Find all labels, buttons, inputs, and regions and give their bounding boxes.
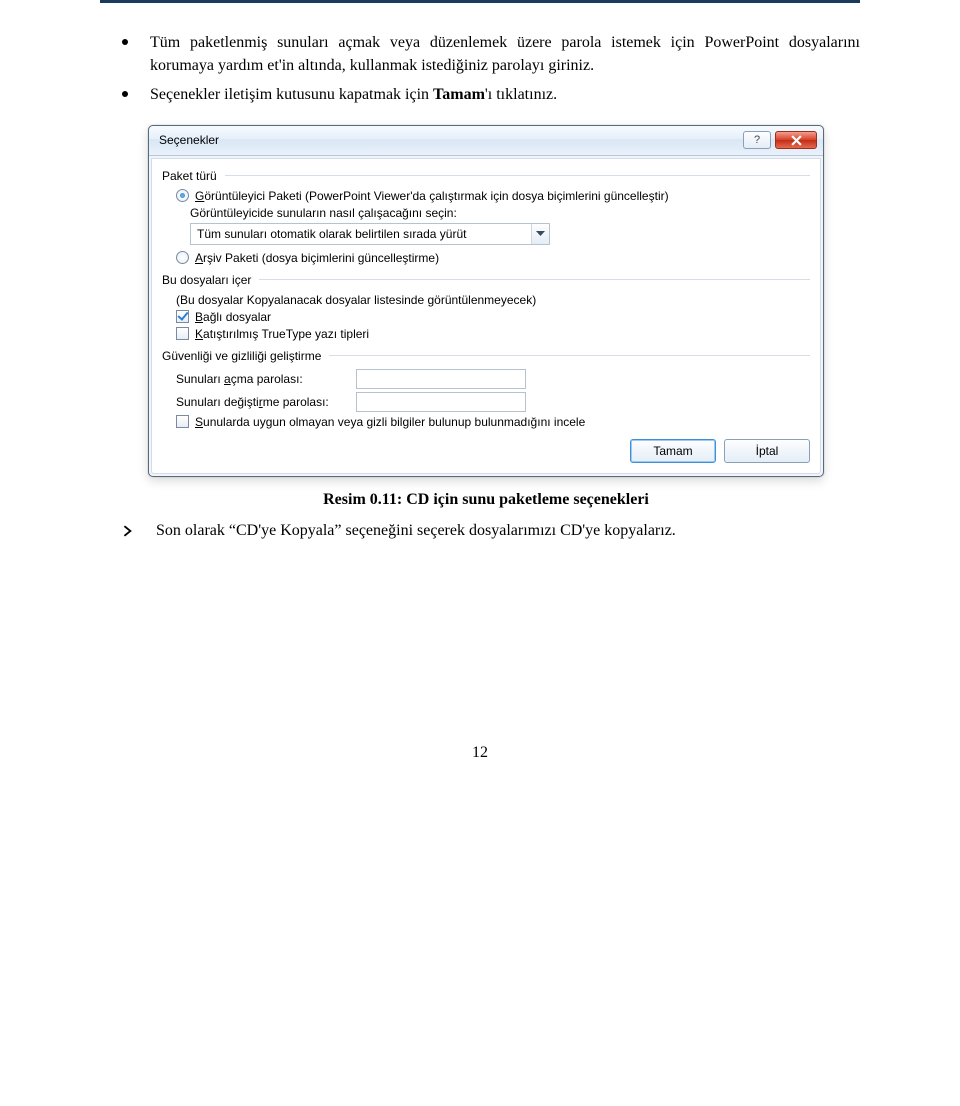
close-icon — [791, 135, 802, 146]
dialog-title: Seçenekler — [159, 133, 739, 147]
chevron-right-icon — [122, 521, 134, 544]
chevron-down-icon — [536, 231, 545, 237]
help-icon: ? — [754, 134, 760, 146]
instruction-text: Tüm paketlenmiş sunuları açmak veya düze… — [150, 31, 860, 77]
separator-line — [225, 175, 810, 176]
viewer-sub-label: Görüntüleyicide sunuların nasıl çalışaca… — [190, 206, 810, 220]
checkbox-truetype[interactable]: Katıştırılmış TrueType yazı tipleri — [176, 327, 810, 341]
page-number: 12 — [100, 744, 860, 762]
combo-value: Tüm sunuları otomatik olarak belirtilen … — [191, 227, 531, 241]
checkbox-label: Katıştırılmış TrueType yazı tipleri — [195, 327, 369, 341]
dialog-body: Paket türü Görüntüleyici Paketi (PowerPo… — [151, 158, 821, 474]
cancel-label: İptal — [756, 444, 779, 458]
checkbox-linked-files[interactable]: Bağlı dosyalar — [176, 310, 810, 324]
radio-icon — [176, 251, 189, 264]
radio-label: Görüntüleyici Paketi (PowerPoint Viewer'… — [195, 189, 669, 203]
checkbox-icon — [176, 327, 189, 340]
list-item: Tüm paketlenmiş sunuları açmak veya düze… — [122, 31, 860, 77]
open-password-input[interactable] — [356, 369, 526, 389]
separator-line — [329, 355, 810, 356]
cancel-button[interactable]: İptal — [724, 439, 810, 463]
modify-password-label: Sunuları değiştirme parolası: — [176, 395, 346, 409]
ok-button[interactable]: Tamam — [630, 439, 716, 463]
figure-caption: Resim 0.11: CD için sunu paketleme seçen… — [148, 491, 824, 509]
bullet-icon — [122, 91, 128, 97]
radio-icon — [176, 189, 189, 202]
separator-line — [259, 279, 810, 280]
radio-row-viewer[interactable]: Görüntüleyici Paketi (PowerPoint Viewer'… — [176, 189, 810, 203]
group-label-text: Paket türü — [162, 169, 217, 183]
checkbox-icon — [176, 310, 189, 323]
dialog-titlebar: Seçenekler ? — [149, 126, 823, 156]
group-label: Güvenliği ve gizliliği geliştirme — [162, 349, 810, 363]
group-label-text: Güvenliği ve gizliliği geliştirme — [162, 349, 321, 363]
instruction-list: Tüm paketlenmiş sunuları açmak veya düze… — [100, 31, 860, 107]
note-text: (Bu dosyalar Kopyalanacak dosyalar liste… — [176, 293, 810, 307]
top-border-rule — [100, 0, 860, 3]
checkbox-icon — [176, 415, 189, 428]
checkbox-inspect[interactable]: Sunularda uygun olmayan veya gizli bilgi… — [176, 415, 810, 429]
group-include-files: Bu dosyaları içer (Bu dosyalar Kopyalana… — [162, 273, 810, 341]
instruction-text: Seçenekler iletişim kutusunu kapatmak iç… — [150, 83, 860, 106]
modify-password-input[interactable] — [356, 392, 526, 412]
checkbox-label: Bağlı dosyalar — [195, 310, 271, 324]
open-password-label: Sunuları açma parolası: — [176, 372, 346, 386]
group-label: Paket türü — [162, 169, 810, 183]
list-item: Seçenekler iletişim kutusunu kapatmak iç… — [122, 83, 860, 106]
group-label: Bu dosyaları içer — [162, 273, 810, 287]
radio-row-archive[interactable]: Arşiv Paketi (dosya biçimlerini güncelle… — [176, 251, 810, 265]
bullet-icon — [122, 39, 128, 45]
checkbox-label: Sunularda uygun olmayan veya gizli bilgi… — [195, 415, 585, 429]
instruction-text: Son olarak “CD'ye Kopyala” seçeneğini se… — [156, 519, 860, 542]
close-button[interactable] — [775, 131, 817, 149]
group-label-text: Bu dosyaları içer — [162, 273, 251, 287]
row-modify-password: Sunuları değiştirme parolası: — [176, 392, 810, 412]
group-package-type: Paket türü Görüntüleyici Paketi (PowerPo… — [162, 169, 810, 265]
play-order-combo[interactable]: Tüm sunuları otomatik olarak belirtilen … — [190, 223, 550, 245]
radio-label: Arşiv Paketi (dosya biçimlerini güncelle… — [195, 251, 439, 265]
list-item: Son olarak “CD'ye Kopyala” seçeneğini se… — [122, 519, 860, 544]
options-dialog: Seçenekler ? Paket türü Görüntüleyi — [148, 125, 824, 477]
ok-label: Tamam — [653, 444, 692, 458]
bold-tamam: Tamam — [433, 86, 485, 103]
help-button[interactable]: ? — [743, 131, 771, 149]
dialog-button-row: Tamam İptal — [162, 439, 810, 463]
final-instruction-list: Son olarak “CD'ye Kopyala” seçeneğini se… — [122, 519, 860, 544]
row-open-password: Sunuları açma parolası: — [176, 369, 810, 389]
dropdown-button[interactable] — [531, 224, 549, 244]
group-security: Güvenliği ve gizliliği geliştirme Sunula… — [162, 349, 810, 429]
